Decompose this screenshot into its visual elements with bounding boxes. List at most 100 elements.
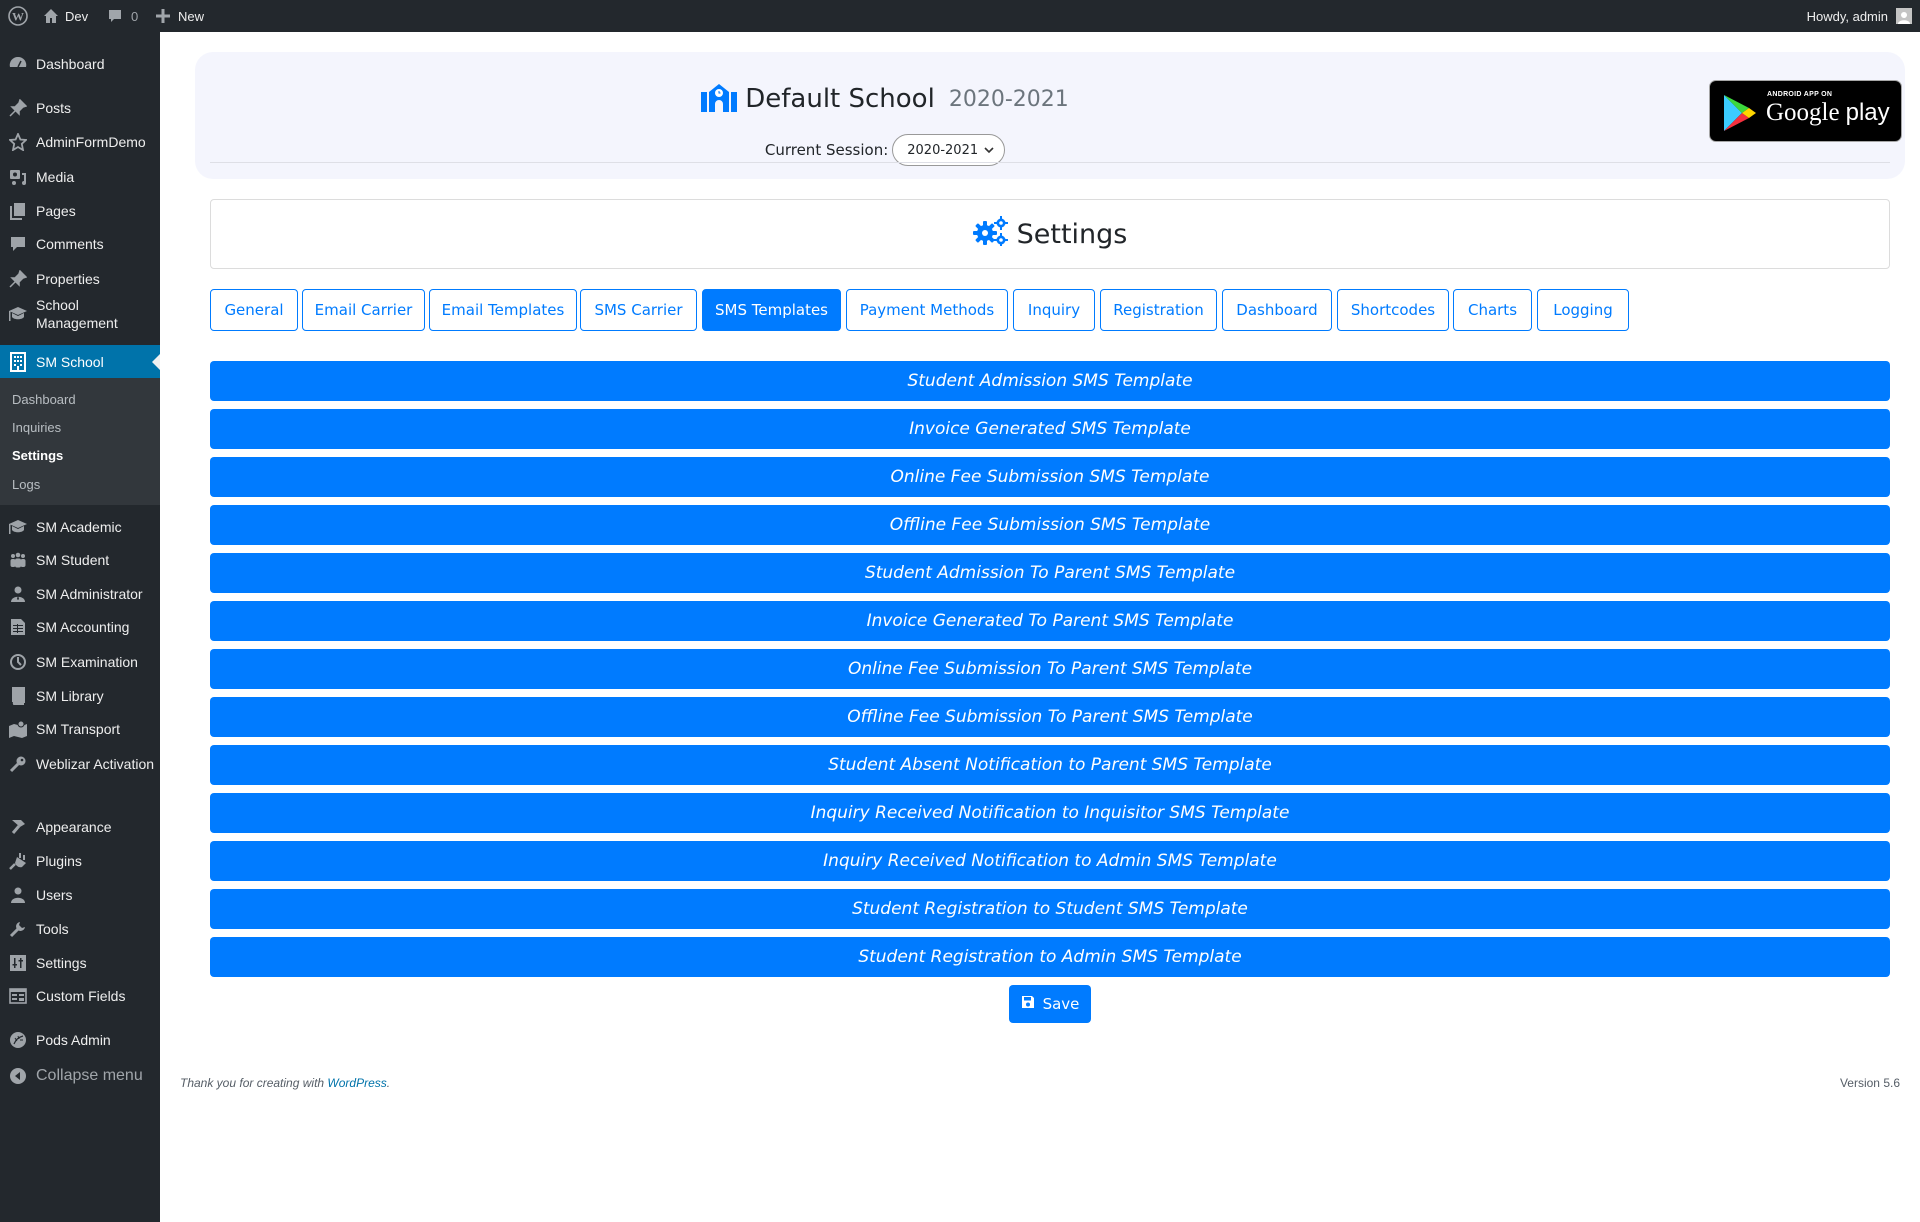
sms-template-accordion-button[interactable]: Inquiry Received Notification to Admin S… (210, 841, 1890, 881)
sidebar-item-sm-accounting[interactable]: SM Accounting (0, 613, 160, 641)
sidebar-item-label: Weblizar Activation (36, 756, 155, 772)
session-selected-value: 2020-2021 (907, 142, 979, 158)
admin-user-icon (8, 584, 28, 604)
sidebar-item-media[interactable]: Media (0, 163, 160, 191)
sidebar-item-sm-examination[interactable]: SM Examination (0, 648, 160, 676)
wrench-icon (8, 919, 28, 939)
chevron-down-icon (984, 143, 994, 158)
plugin-icon (8, 851, 28, 871)
sidebar-item-label: Properties (36, 271, 100, 287)
tab-registration[interactable]: Registration (1100, 289, 1217, 331)
comment-icon (8, 234, 28, 254)
tab-shortcodes[interactable]: Shortcodes (1337, 289, 1449, 331)
spreadsheet-icon (8, 617, 28, 637)
footer-thanks: Thank you for creating with WordPress. (180, 1076, 390, 1090)
submenu-item-dashboard[interactable]: Dashboard (12, 392, 76, 407)
sidebar-item-sm-administrator[interactable]: SM Administrator (0, 580, 160, 608)
sidebar-item-label: Settings (36, 955, 87, 971)
google-play-badge[interactable]: ANDROID APP ON Google play (1709, 80, 1902, 142)
sidebar-item-settings[interactable]: Settings (0, 949, 160, 977)
pages-icon (8, 201, 28, 221)
sidebar-item-sm-library[interactable]: SM Library (0, 682, 160, 710)
school-header-card: Default School 2020-2021 Current Session… (195, 52, 1905, 179)
sidebar-item-label: SM Administrator (36, 586, 143, 602)
gplay-big-text: Google play (1766, 99, 1890, 127)
custom-fields-icon (8, 986, 28, 1006)
tab-inquiry[interactable]: Inquiry (1013, 289, 1095, 331)
wordpress-link[interactable]: WordPress (327, 1076, 386, 1090)
sms-template-accordion-button[interactable]: Student Absent Notification to Parent SM… (210, 745, 1890, 785)
tab-general[interactable]: General (210, 289, 298, 331)
settings-sliders-icon (8, 953, 28, 973)
new-content-link[interactable]: New (156, 0, 204, 32)
save-icon (1021, 995, 1035, 1013)
comments-count: 0 (131, 8, 139, 24)
star-icon (8, 132, 28, 152)
footer-version: Version 5.6 (1839, 1076, 1900, 1090)
sidebar-item-plugins[interactable]: Plugins (0, 847, 160, 875)
sms-template-accordion-button[interactable]: Offline Fee Submission To Parent SMS Tem… (210, 697, 1890, 737)
tab-email-templates[interactable]: Email Templates (429, 289, 577, 331)
sidebar-item-pods-admin[interactable]: Pods Admin (0, 1026, 160, 1054)
sidebar-item-label: Plugins (36, 853, 82, 869)
location-icon (8, 719, 28, 739)
sidebar-item-label: Pages (36, 203, 76, 219)
sidebar-item-appearance[interactable]: Appearance (0, 813, 160, 841)
tab-sms-templates[interactable]: SMS Templates (702, 289, 841, 331)
sidebar-item-tools[interactable]: Tools (0, 915, 160, 943)
school-session: 2020-2021 (948, 86, 1069, 112)
tab-dashboard[interactable]: Dashboard (1222, 289, 1332, 331)
tab-sms-carrier[interactable]: SMS Carrier (580, 289, 697, 331)
tab-logging[interactable]: Logging (1537, 289, 1629, 331)
sms-template-accordion-button[interactable]: Student Admission To Parent SMS Template (210, 553, 1890, 593)
sidebar-item-sm-student[interactable]: SM Student (0, 546, 160, 574)
groups-icon (8, 550, 28, 570)
google-play-logo-icon (1722, 93, 1758, 138)
sidebar-item-school-management[interactable]: School Management (0, 294, 160, 334)
current-session-label: Current Session: (764, 141, 889, 159)
sidebar-item-users[interactable]: Users (0, 881, 160, 909)
sms-template-accordion-button[interactable]: Online Fee Submission SMS Template (210, 457, 1890, 497)
sms-template-accordion-button[interactable]: Invoice Generated SMS Template (210, 409, 1890, 449)
collapse-menu-label: Collapse menu (36, 1067, 143, 1084)
site-name-link[interactable]: Dev (43, 0, 88, 32)
sms-template-accordion-button[interactable]: Student Admission SMS Template (210, 361, 1890, 401)
sidebar-item-comments[interactable]: Comments (0, 230, 160, 258)
tab-charts[interactable]: Charts (1453, 289, 1532, 331)
sidebar-item-label: Dashboard (36, 56, 105, 72)
save-button[interactable]: Save (1009, 985, 1091, 1023)
submenu-item-settings[interactable]: Settings (12, 448, 63, 463)
gplay-google: Google (1766, 99, 1840, 126)
my-account-link[interactable]: Howdy, admin (1807, 0, 1912, 32)
sidebar-item-label: SM Examination (36, 654, 138, 670)
tab-payment-methods[interactable]: Payment Methods (846, 289, 1008, 331)
sidebar-item-posts[interactable]: Posts (0, 94, 160, 122)
wordpress-logo-icon: W (8, 6, 28, 26)
sidebar-item-weblizar-activation[interactable]: Weblizar Activation (0, 744, 160, 784)
sidebar-item-custom-fields[interactable]: Custom Fields (0, 982, 160, 1010)
collapse-menu-button[interactable]: Collapse menu (0, 1062, 160, 1090)
sms-template-accordion-button[interactable]: Online Fee Submission To Parent SMS Temp… (210, 649, 1890, 689)
pin-icon (8, 98, 28, 118)
sidebar-item-adminformdemo[interactable]: AdminFormDemo (0, 128, 160, 156)
submenu-item-inquiries[interactable]: Inquiries (12, 420, 61, 435)
cogs-icon (972, 216, 1009, 253)
sms-template-accordion-button[interactable]: Student Registration to Admin SMS Templa… (210, 937, 1890, 977)
sms-template-accordion-button[interactable]: Invoice Generated To Parent SMS Template (210, 601, 1890, 641)
sidebar-item-properties[interactable]: Properties (0, 265, 160, 293)
sidebar-item-sm-academic[interactable]: SM Academic (0, 513, 160, 541)
sms-template-accordion-button[interactable]: Student Registration to Student SMS Temp… (210, 889, 1890, 929)
sidebar-item-sm-school[interactable]: SM School (0, 345, 160, 378)
sidebar-item-sm-transport[interactable]: SM Transport (0, 715, 160, 743)
sidebar-item-dashboard[interactable]: Dashboard (0, 50, 160, 78)
gplay-small-text: ANDROID APP ON (1767, 91, 1833, 98)
submenu-item-logs[interactable]: Logs (12, 477, 40, 492)
sidebar-item-label: Tools (36, 921, 69, 937)
wordpress-logo-button[interactable]: W (8, 0, 28, 32)
sidebar-item-pages[interactable]: Pages (0, 197, 160, 225)
sms-template-accordion-button[interactable]: Offline Fee Submission SMS Template (210, 505, 1890, 545)
sms-template-accordion-button[interactable]: Inquiry Received Notification to Inquisi… (210, 793, 1890, 833)
tab-email-carrier[interactable]: Email Carrier (302, 289, 425, 331)
comments-link[interactable]: 0 (107, 0, 138, 32)
school-icon (701, 82, 738, 116)
